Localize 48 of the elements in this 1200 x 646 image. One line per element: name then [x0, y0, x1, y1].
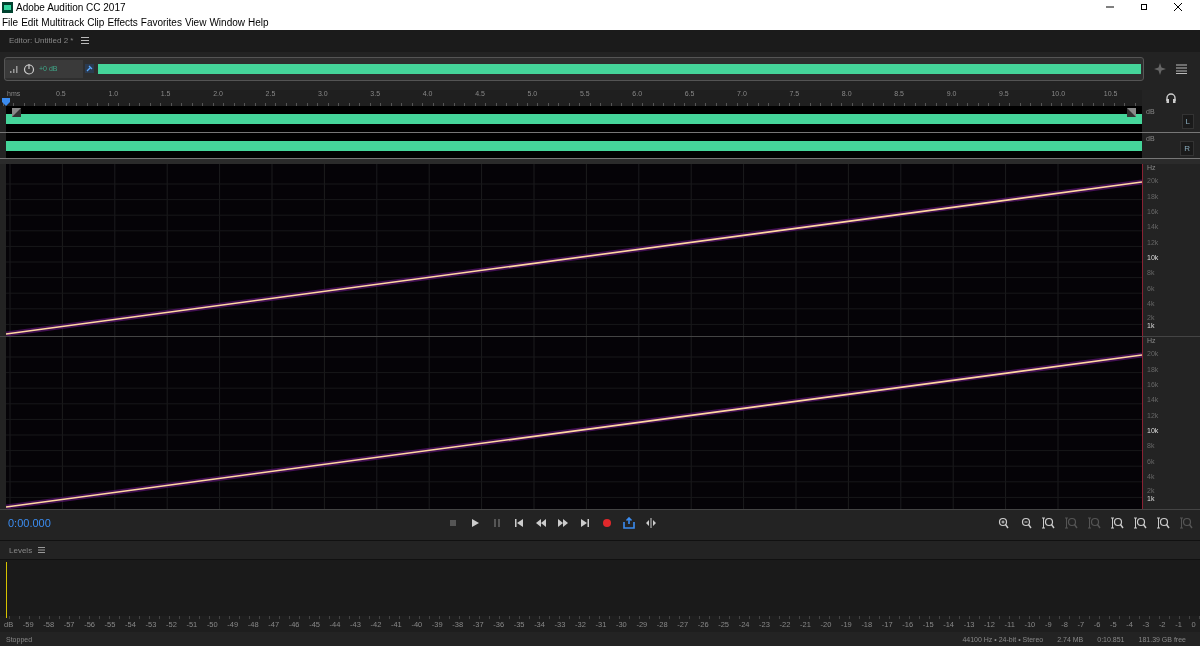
menu-item[interactable]: Effects: [107, 16, 138, 28]
skip-icon: [645, 517, 657, 530]
headphones-icon[interactable]: [1166, 92, 1176, 103]
time-display[interactable]: 0:00.000: [0, 517, 444, 530]
forward-icon: [557, 517, 569, 530]
maximize-icon[interactable]: [1140, 3, 1148, 12]
fade-out-handle-icon[interactable]: [1127, 107, 1136, 117]
magnifier-icon: [1179, 517, 1193, 530]
loop-button[interactable]: [620, 515, 638, 532]
menu-item[interactable]: File: [2, 16, 19, 28]
magnifier-icon: [1110, 517, 1124, 530]
magnifier-icon: [1087, 517, 1101, 530]
magnifier-icon: [1133, 517, 1147, 530]
app-logo-icon: [2, 1, 13, 13]
menu-item[interactable]: Edit: [21, 16, 39, 28]
pause-icon: [491, 517, 503, 530]
to-start-icon: [513, 517, 525, 530]
power-icon[interactable]: [23, 62, 35, 75]
playhead-icon[interactable]: [2, 97, 10, 106]
peak-marker: [6, 562, 7, 619]
fade-in-handle-icon[interactable]: [12, 107, 21, 117]
play-icon: [469, 517, 481, 530]
window-title: Adobe Audition CC 2017: [16, 1, 126, 13]
to-end-icon: [579, 517, 591, 530]
magnifier-icon: [1156, 517, 1170, 530]
panel-title[interactable]: Levels: [9, 545, 33, 555]
close-icon[interactable]: [1174, 3, 1182, 12]
menu-icon[interactable]: [38, 547, 46, 554]
waveform[interactable]: [6, 132, 1142, 159]
sparkle-icon[interactable]: [1154, 62, 1166, 75]
panel-title[interactable]: Editor: Untitled 2 *: [9, 36, 74, 46]
record-icon: [601, 517, 613, 530]
menu-icon[interactable]: [81, 37, 90, 45]
magnifier-icon: [1041, 517, 1055, 530]
waveform[interactable]: [6, 105, 1142, 132]
pin-icon[interactable]: [85, 64, 94, 74]
rewind-icon: [535, 517, 547, 530]
menu-item[interactable]: Multitrack: [41, 16, 85, 28]
signal-icon: [9, 64, 19, 74]
list-icon[interactable]: [1176, 63, 1187, 74]
menu-item[interactable]: Window: [209, 16, 245, 28]
menu-item[interactable]: Favorites: [140, 16, 182, 28]
channel-toggle[interactable]: R: [1180, 140, 1194, 156]
menu-item[interactable]: Clip: [87, 16, 105, 28]
magnifier-icon: [1064, 517, 1078, 530]
menu-item[interactable]: Help: [248, 16, 269, 28]
menu-item[interactable]: View: [184, 16, 207, 28]
channel-toggle[interactable]: L: [1181, 113, 1194, 129]
